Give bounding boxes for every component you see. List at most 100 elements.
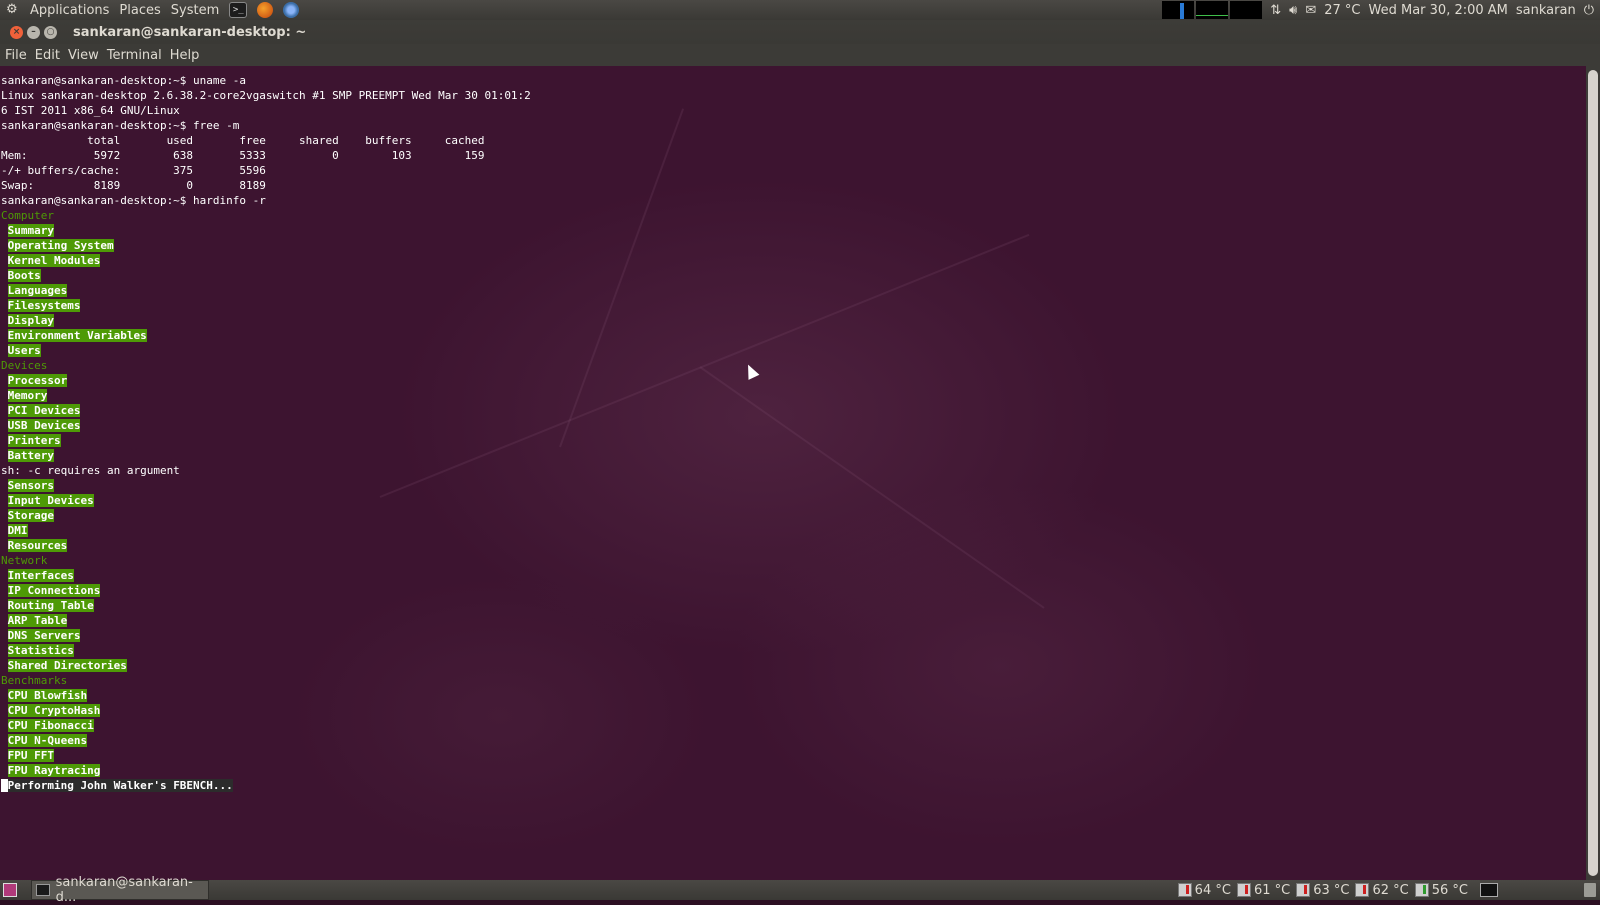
browser-launcher-icon[interactable] bbox=[283, 2, 300, 18]
terminal-line: 6 IST 2011 x86_64 GNU/Linux bbox=[1, 104, 180, 117]
thermometer-icon bbox=[1296, 883, 1311, 897]
hardinfo-item-line: USB Devices bbox=[1, 418, 531, 433]
cpu-graph bbox=[1162, 1, 1195, 19]
user-menu[interactable]: sankaran bbox=[1516, 3, 1576, 18]
hardinfo-item-line: FPU Raytracing bbox=[1, 763, 531, 778]
hardinfo-item: FPU Raytracing bbox=[7, 764, 101, 777]
hardinfo-item-line: DMI bbox=[1, 523, 531, 538]
thermometer-icon bbox=[1414, 883, 1429, 897]
volume-icon[interactable]: 🔊︎ bbox=[1289, 3, 1297, 18]
hardinfo-item-line: Resources bbox=[1, 538, 531, 553]
hardinfo-item-line: CPU CryptoHash bbox=[1, 703, 531, 718]
hardinfo-item-line: Memory bbox=[1, 388, 531, 403]
firefox-launcher-icon[interactable] bbox=[257, 2, 274, 18]
clock[interactable]: Wed Mar 30, 2:00 AM bbox=[1369, 3, 1508, 18]
hardinfo-item: ARP Table bbox=[7, 614, 68, 627]
hardinfo-item: Routing Table bbox=[7, 599, 94, 612]
hardinfo-item: Interfaces bbox=[7, 569, 74, 582]
hardinfo-item-line: Kernel Modules bbox=[1, 253, 531, 268]
hardinfo-item: PCI Devices bbox=[7, 404, 81, 417]
hardinfo-item: DMI bbox=[7, 524, 28, 537]
hardinfo-item-line: Printers bbox=[1, 433, 531, 448]
hardinfo-item-line: CPU Blowfish bbox=[1, 688, 531, 703]
power-icon[interactable]: ⏻ bbox=[1584, 3, 1594, 18]
hardinfo-item: Memory bbox=[7, 389, 48, 402]
hardinfo-item: Input Devices bbox=[7, 494, 94, 507]
minimize-window-button[interactable]: – bbox=[27, 25, 40, 39]
menu-view[interactable]: View bbox=[68, 48, 99, 63]
thermometer-icon bbox=[1236, 883, 1251, 897]
system-monitor-applet[interactable] bbox=[1162, 1, 1263, 19]
menu-edit[interactable]: Edit bbox=[35, 48, 60, 63]
window-titlebar[interactable]: × – ○ sankaran@sankaran-desktop: ~ bbox=[0, 20, 1600, 44]
hardinfo-item-line: Filesystems bbox=[1, 298, 531, 313]
taskbar-terminal-window[interactable]: sankaran@sankaran-d... bbox=[31, 875, 209, 905]
terminal-launcher-icon[interactable]: >_ bbox=[229, 2, 248, 18]
system-menu[interactable]: System bbox=[171, 3, 219, 18]
hardinfo-item: USB Devices bbox=[7, 419, 81, 432]
hardinfo-section-heading: Benchmarks bbox=[1, 674, 68, 687]
menu-help[interactable]: Help bbox=[170, 48, 200, 63]
temp-sensor-3[interactable]: 63 °C bbox=[1296, 883, 1349, 898]
hardinfo-item-line: Languages bbox=[1, 283, 531, 298]
temp-value: 61 °C bbox=[1253, 882, 1291, 898]
hardinfo-item-line: Users bbox=[1, 343, 531, 358]
terminal-line: sankaran@sankaran-desktop:~$ hardinfo -r bbox=[1, 194, 266, 207]
hardinfo-item-line: Routing Table bbox=[1, 598, 531, 613]
hardinfo-item: Environment Variables bbox=[7, 329, 147, 342]
hardinfo-item-line: Summary bbox=[1, 223, 531, 238]
terminal-line: Swap: 8189 0 8189 bbox=[1, 179, 266, 192]
hardinfo-item: IP Connections bbox=[7, 584, 101, 597]
maximize-window-button[interactable]: ○ bbox=[44, 25, 57, 39]
terminal-output-area[interactable]: sankaran@sankaran-desktop:~$ uname -a Lin… bbox=[0, 66, 1586, 880]
hardinfo-item-line: Interfaces bbox=[1, 568, 531, 583]
hardinfo-progress-text: Performing John Walker's FBENCH... bbox=[7, 779, 233, 792]
terminal-line: -/+ buffers/cache: 375 5596 bbox=[1, 164, 266, 177]
hardinfo-item-line: IP Connections bbox=[1, 583, 531, 598]
hardinfo-item: Shared Directories bbox=[7, 659, 127, 672]
temp-value: 64 °C bbox=[1194, 882, 1231, 898]
hardinfo-item: CPU Blowfish bbox=[7, 689, 88, 702]
scrollbar-thumb[interactable] bbox=[1588, 70, 1598, 876]
hardinfo-section-heading: Computer bbox=[1, 209, 54, 222]
places-menu[interactable]: Places bbox=[119, 3, 160, 18]
temp-value: 56 °C bbox=[1431, 882, 1468, 898]
memory-graph bbox=[1196, 1, 1229, 19]
current-output-line: Performing John Walker's FBENCH... bbox=[1, 778, 531, 793]
temp-sensor-1[interactable]: 64 °C bbox=[1177, 882, 1231, 898]
gnome-foot-icon[interactable]: ⚙ bbox=[6, 3, 20, 17]
hardinfo-item-line: Operating System bbox=[1, 238, 531, 253]
weather-indicator[interactable]: 27 °C bbox=[1324, 3, 1360, 18]
terminal-tray-icon[interactable] bbox=[1480, 883, 1498, 897]
hardinfo-item: FPU FFT bbox=[7, 749, 54, 762]
show-desktop-icon[interactable] bbox=[3, 883, 17, 897]
hardinfo-item-line: Battery bbox=[1, 448, 531, 463]
hardinfo-item: Storage bbox=[7, 509, 54, 522]
close-window-button[interactable]: × bbox=[10, 25, 23, 39]
terminal-line: sankaran@sankaran-desktop:~$ free -m bbox=[1, 119, 240, 132]
hardinfo-item-line: Boots bbox=[1, 268, 531, 283]
hardinfo-item-line: Processor bbox=[1, 373, 531, 388]
temp-sensor-5[interactable]: 56 °C bbox=[1414, 882, 1468, 898]
temp-sensor-2[interactable]: 61 °C bbox=[1236, 882, 1291, 898]
hardinfo-item: Boots bbox=[7, 269, 41, 282]
terminal-icon bbox=[36, 884, 50, 896]
terminal-line: total used free shared buffers cached bbox=[1, 134, 485, 147]
hardinfo-item-line: Input Devices bbox=[1, 493, 531, 508]
mail-icon[interactable]: ✉ bbox=[1305, 3, 1316, 18]
menu-file[interactable]: File bbox=[5, 48, 27, 63]
hardinfo-item-line: Display bbox=[1, 313, 531, 328]
hardinfo-item-line: Sensors bbox=[1, 478, 531, 493]
temp-sensor-4[interactable]: 62 °C bbox=[1355, 883, 1409, 898]
hardinfo-item: Sensors bbox=[7, 479, 54, 492]
terminal-scrollbar[interactable] bbox=[1586, 66, 1600, 880]
applications-menu[interactable]: Applications bbox=[30, 3, 109, 18]
network-icon[interactable]: ⇅ bbox=[1270, 3, 1281, 18]
hardinfo-item-line: Shared Directories bbox=[1, 658, 531, 673]
thermometer-icon bbox=[1355, 883, 1370, 897]
menu-terminal[interactable]: Terminal bbox=[107, 48, 162, 63]
hardinfo-section-heading: Network bbox=[1, 554, 48, 567]
hardinfo-item-line: DNS Servers bbox=[1, 628, 531, 643]
trash-icon[interactable] bbox=[1584, 883, 1596, 897]
hardinfo-item: Kernel Modules bbox=[7, 254, 101, 267]
